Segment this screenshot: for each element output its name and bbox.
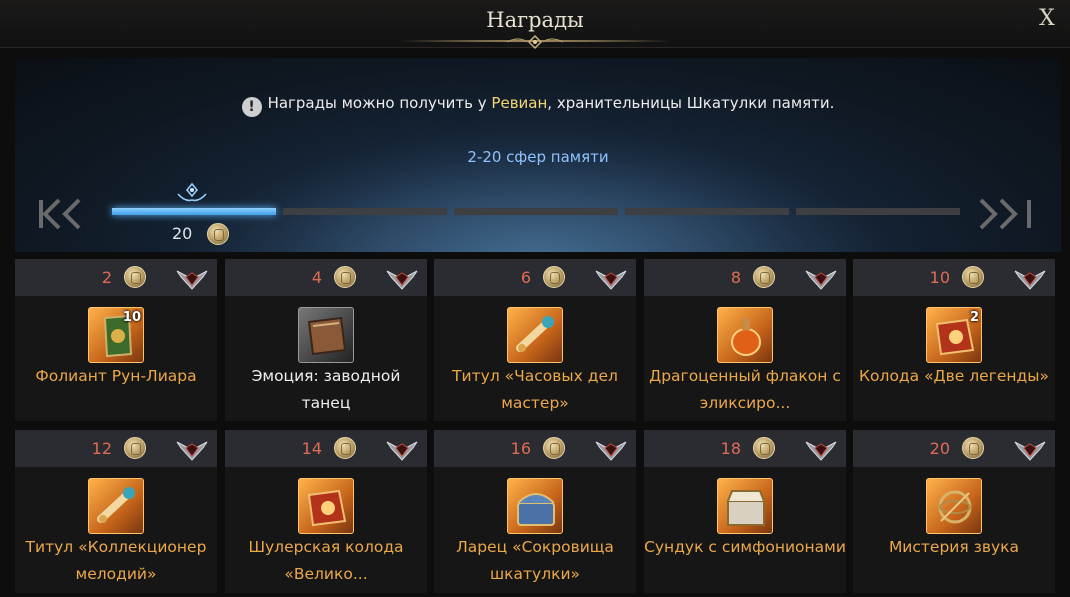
claim-status-icon [594, 265, 628, 291]
required-spheres: 16 [510, 439, 531, 458]
last-page-button[interactable] [975, 196, 1035, 232]
reward-name: Титул «Коллекционер мелодий» [25, 538, 207, 583]
reward-card[interactable]: 14 Шулерская колода «Велико... [225, 430, 427, 593]
music-box-chest-icon[interactable] [717, 478, 773, 534]
memory-sphere-icon [962, 437, 984, 459]
claim-status-icon [1013, 436, 1047, 462]
required-spheres: 2 [101, 268, 112, 287]
rune-folio-icon[interactable]: 10 [88, 307, 144, 363]
memory-sphere-icon [124, 437, 146, 459]
memory-sphere-icon [962, 266, 984, 288]
memory-sphere-icon [124, 266, 146, 288]
claim-status-icon [804, 265, 838, 291]
reward-card-header: 12 [15, 430, 217, 467]
memory-sphere-icon [334, 437, 356, 459]
required-spheres: 4 [311, 268, 322, 287]
progress-marker-icon [177, 182, 207, 202]
close-button[interactable]: X [1034, 6, 1060, 34]
emote-book-icon[interactable] [298, 307, 354, 363]
card-deck-icon[interactable]: 2 [926, 307, 982, 363]
reward-card[interactable]: 16 Ларец «Сокровища шкатулки» [434, 430, 636, 593]
title-ornament-icon [506, 34, 564, 50]
claim-status-icon [175, 265, 209, 291]
reward-name: Мистерия звука [888, 538, 1020, 556]
memory-sphere-icon [207, 223, 229, 245]
title-scroll-icon[interactable] [507, 307, 563, 363]
notice-text: ! Награды можно получить у Ревиан, хранит… [15, 94, 1061, 117]
required-spheres: 12 [91, 439, 112, 458]
elixir-flask-icon[interactable] [717, 307, 773, 363]
reward-card-header: 20 [853, 430, 1055, 467]
claim-status-icon [385, 436, 419, 462]
notice-suffix: , хранительницы Шкатулки памяти. [547, 94, 835, 112]
card-deck-icon[interactable] [298, 478, 354, 534]
reward-card-header: 18 [644, 430, 846, 467]
memory-sphere-icon [543, 437, 565, 459]
claim-status-icon [385, 265, 419, 291]
reward-name: Эмоция: заводной танец [251, 367, 401, 412]
progress-segment [796, 208, 960, 215]
reward-card[interactable]: 20 Мистерия звука [853, 430, 1055, 593]
reward-card[interactable]: 6 Титул «Часовых дел мастер» [434, 259, 636, 421]
memory-sphere-icon [753, 266, 775, 288]
reward-card-header: 14 [225, 430, 427, 467]
reward-card-header: 4 [225, 259, 427, 296]
treasure-chest-icon[interactable] [507, 478, 563, 534]
memory-sphere-icon [334, 266, 356, 288]
progress-segment [625, 208, 789, 215]
claim-status-icon [594, 436, 628, 462]
item-quantity: 10 [122, 310, 141, 325]
reward-card-header: 2 [15, 259, 217, 296]
window-title: Награды [486, 8, 584, 32]
reward-name: Титул «Часовых дел мастер» [452, 367, 618, 412]
reward-card[interactable]: 12 Титул «Коллекционер мелодий» [15, 430, 217, 593]
claim-status-icon [1013, 265, 1047, 291]
claim-status-icon [804, 436, 838, 462]
info-icon: ! [241, 97, 262, 117]
reward-card-header: 16 [434, 430, 636, 467]
reward-card[interactable]: 10 2 Колода «Две легенды» [853, 259, 1055, 421]
required-spheres: 8 [730, 268, 741, 287]
range-label: 2-20 сфер памяти [467, 148, 609, 166]
reward-card[interactable]: 2 10 Фолиант Рун-Лиара [15, 259, 217, 421]
required-spheres: 18 [720, 439, 741, 458]
progress-segment [112, 208, 276, 215]
reward-name: Ларец «Сокровища шкатулки» [456, 538, 614, 583]
required-spheres: 20 [929, 439, 950, 458]
progress-panel: ! Награды можно получить у Ревиан, хранит… [15, 58, 1061, 252]
memory-sphere-icon [543, 266, 565, 288]
double-chevron-right-icon [979, 198, 1031, 230]
reward-name: Фолиант Рун-Лиара [35, 367, 197, 385]
reward-card[interactable]: 8 Драгоценный флакон с эликсиро... [644, 259, 846, 421]
memory-sphere-icon [753, 437, 775, 459]
progress-segment [283, 208, 447, 215]
first-page-button[interactable] [35, 196, 95, 232]
current-sphere-count: 20 [172, 224, 193, 243]
reward-card[interactable]: 18 Сундук с симфонионами [644, 430, 846, 593]
title-bar: Награды X [0, 0, 1070, 50]
reward-card[interactable]: 4 Эмоция: заводной танец [225, 259, 427, 421]
reward-card-header: 6 [434, 259, 636, 296]
title-scroll-icon[interactable] [88, 478, 144, 534]
reward-card-header: 10 [853, 259, 1055, 296]
item-quantity: 2 [969, 310, 979, 325]
required-spheres: 14 [301, 439, 322, 458]
reward-card-header: 8 [644, 259, 846, 296]
progress-segment [454, 208, 618, 215]
reward-name: Сундук с симфонионами [644, 538, 846, 556]
npc-name-link[interactable]: Ревиан [491, 94, 547, 112]
required-spheres: 6 [520, 268, 531, 287]
reward-name: Драгоценный флакон с эликсиро... [649, 367, 841, 412]
reward-name: Шулерская колода «Велико... [248, 538, 404, 583]
claim-status-icon [175, 436, 209, 462]
reward-name: Колода «Две легенды» [859, 367, 1049, 385]
notice-prefix: Награды можно получить у [267, 94, 492, 112]
required-spheres: 10 [929, 268, 950, 287]
armillary-sphere-icon[interactable] [926, 478, 982, 534]
double-chevron-left-icon [39, 198, 81, 230]
